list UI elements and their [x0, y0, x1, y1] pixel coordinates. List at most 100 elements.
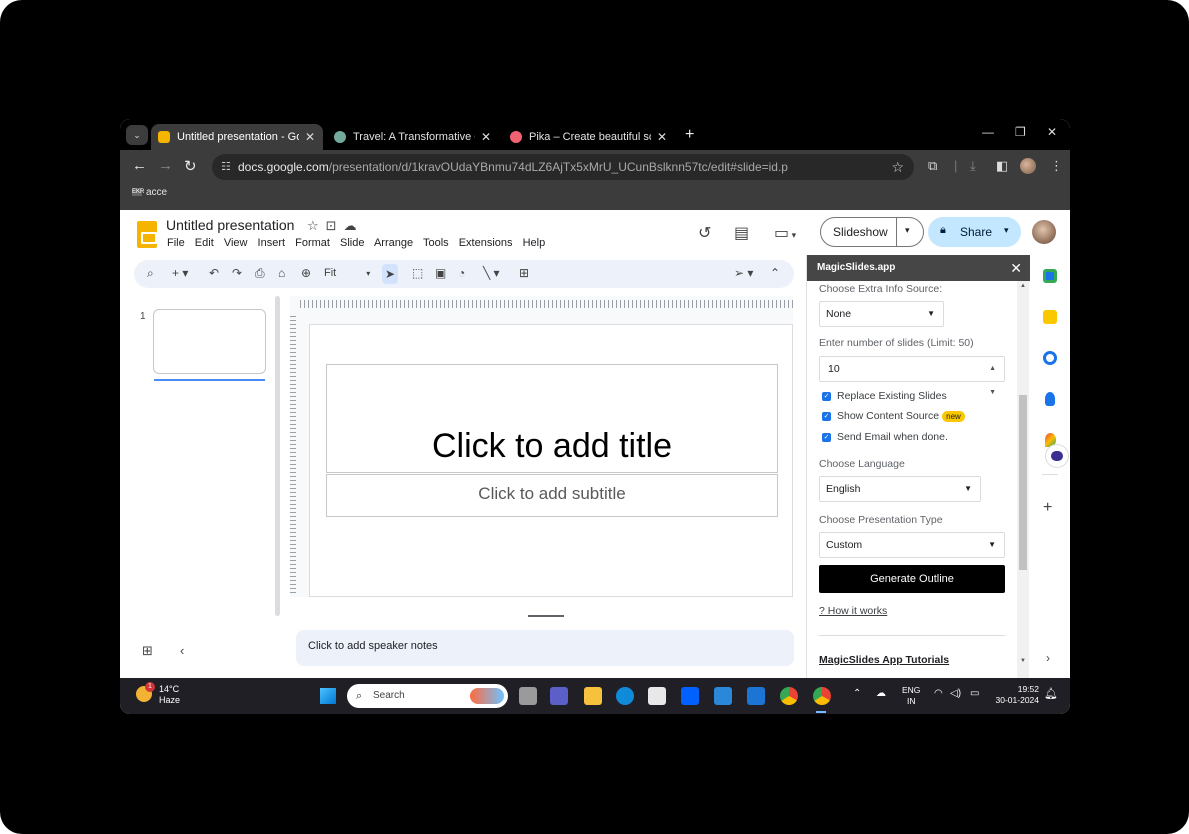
slideshow-button[interactable]: Slideshow ▾ — [820, 217, 924, 247]
replace-existing-checkbox[interactable]: ✓ Replace Existing Slides — [822, 390, 947, 402]
title-placeholder[interactable]: Click to add title — [326, 364, 778, 473]
checkbox-checked-icon[interactable]: ✓ — [822, 411, 831, 421]
expand-rail-icon[interactable]: › — [1046, 651, 1050, 665]
version-history-icon[interactable]: ↺ — [698, 223, 711, 243]
slides-count-input[interactable]: 10 ▲ ▼ — [819, 356, 1005, 396]
weather-widget[interactable]: 14°C Haze — [159, 684, 180, 706]
clock[interactable]: 19:52 30-01-2024 — [993, 684, 1039, 706]
document-title[interactable]: Untitled presentation — [166, 217, 294, 233]
slides-logo-icon[interactable] — [137, 221, 157, 248]
dropbox-icon[interactable] — [681, 687, 699, 705]
collapse-toolbar-icon[interactable]: ⌃ — [770, 266, 780, 280]
scrollbar-thumb[interactable] — [1019, 395, 1027, 570]
star-icon[interactable]: ☆ — [307, 218, 326, 233]
menu-edit[interactable]: Edit — [195, 237, 214, 249]
file-explorer-icon[interactable] — [584, 687, 602, 705]
extensions-icon[interactable]: ⧉ — [928, 158, 937, 174]
tab-close-icon[interactable]: ✕ — [657, 124, 667, 150]
undo-icon[interactable]: ↶ — [209, 266, 219, 280]
tab-travel[interactable]: Travel: A Transformative Odysse ✕ — [327, 124, 499, 150]
stepper-icon[interactable]: ▲ ▼ — [989, 357, 996, 405]
checkbox-checked-icon[interactable]: ✓ — [822, 432, 831, 442]
tab-close-icon[interactable]: ✕ — [481, 124, 491, 150]
speaker-notes[interactable]: Click to add speaker notes — [296, 630, 794, 666]
reload-icon[interactable]: ↻ — [184, 157, 197, 175]
scroll-up-icon[interactable]: ▲ — [1020, 283, 1026, 289]
panel-scrollbar[interactable]: ▲ ▼ — [1017, 281, 1029, 678]
volume-icon[interactable]: ◁) — [950, 688, 961, 699]
bookmark-item[interactable]: acce — [146, 187, 167, 198]
menu-slide[interactable]: Slide — [340, 237, 364, 249]
grid-view-icon[interactable]: ⊞ — [142, 643, 153, 659]
paint-format-icon[interactable]: ⌂ — [278, 266, 285, 280]
notifications-icon[interactable]: 🔔︎ — [1044, 687, 1058, 700]
filmstrip-scrollbar[interactable] — [275, 296, 280, 616]
site-info-icon[interactable]: ☷ — [221, 154, 231, 180]
extra-info-select[interactable]: None ▼ — [819, 301, 944, 327]
new-slide-icon[interactable]: + ▾ — [172, 266, 188, 280]
slide-thumbnail[interactable] — [153, 309, 266, 374]
subtitle-placeholder[interactable]: Click to add subtitle — [326, 474, 778, 517]
teams-icon[interactable] — [550, 687, 568, 705]
language-indicator[interactable]: ENG IN — [902, 685, 920, 707]
cloud-status-icon[interactable]: ☁ — [344, 218, 364, 233]
menu-insert[interactable]: Insert — [258, 237, 286, 249]
select-cursor-icon[interactable]: ➤ — [382, 264, 399, 284]
tasks-icon[interactable] — [1043, 351, 1057, 365]
vertical-ruler[interactable] — [290, 316, 296, 596]
assistant-bot-icon[interactable] — [1045, 444, 1069, 468]
how-it-works-link[interactable]: ? How it works — [819, 605, 887, 617]
menu-view[interactable]: View — [224, 237, 248, 249]
zoom-select[interactable]: Fit ▾ — [324, 267, 370, 279]
keep-icon[interactable] — [1043, 310, 1057, 324]
tab-search-button[interactable]: ⌄ — [126, 125, 148, 145]
text-box-icon[interactable]: ⬚ — [412, 266, 423, 280]
show-hidden-icons[interactable]: ⌃ — [853, 688, 861, 699]
onedrive-icon[interactable]: ☁ — [876, 688, 886, 699]
scroll-down-icon[interactable]: ▼ — [1020, 658, 1026, 664]
menu-extensions[interactable]: Extensions — [459, 237, 513, 249]
show-content-source-checkbox[interactable]: ✓ Show Content Source new — [822, 410, 965, 422]
zoom-icon[interactable]: ⊕ — [301, 266, 311, 280]
browser-menu-icon[interactable]: ⋮ — [1050, 158, 1063, 174]
restore-icon[interactable]: ❐ — [1015, 125, 1026, 139]
slide-canvas[interactable]: Click to add title Click to add subtitle — [309, 324, 793, 597]
checkbox-checked-icon[interactable]: ✓ — [822, 391, 831, 401]
close-window-icon[interactable]: ✕ — [1047, 125, 1057, 139]
comments-icon[interactable]: ▤ — [734, 223, 749, 243]
redo-icon[interactable]: ↷ — [232, 266, 242, 280]
search-menus-icon[interactable]: ⌕ — [147, 266, 154, 281]
minimize-icon[interactable]: — — [982, 125, 994, 139]
pointer-tool-icon[interactable]: ➢ ▾ — [734, 266, 753, 280]
slideshow-dropdown-icon[interactable]: ▾ — [905, 225, 910, 236]
tab-untitled-presentation[interactable]: Untitled presentation - Google ✕ — [151, 124, 323, 150]
tab-close-icon[interactable]: ✕ — [305, 124, 315, 150]
profile-avatar[interactable] — [1020, 158, 1036, 174]
account-avatar[interactable] — [1032, 220, 1056, 244]
task-view-icon[interactable] — [519, 687, 537, 705]
battery-icon[interactable]: ▭ — [970, 688, 979, 699]
forward-icon[interactable]: → — [158, 157, 173, 174]
bookmark-star-icon[interactable]: ☆ — [891, 154, 904, 180]
back-icon[interactable]: ← — [132, 157, 147, 174]
new-tab-button[interactable]: + — [685, 124, 694, 146]
taskbar-search[interactable]: ⌕ Search — [347, 684, 508, 708]
edge-icon[interactable] — [616, 687, 634, 705]
print-icon[interactable]: ⎙ — [255, 266, 265, 281]
side-panel-icon[interactable]: ◧ — [996, 158, 1008, 174]
menu-format[interactable]: Format — [295, 237, 330, 249]
chrome-icon[interactable] — [780, 687, 798, 705]
horizontal-ruler[interactable] — [300, 300, 793, 308]
get-addons-icon[interactable]: + — [1043, 499, 1052, 517]
generate-outline-button[interactable]: Generate Outline — [819, 565, 1005, 593]
wifi-icon[interactable]: ◠ — [934, 688, 943, 699]
move-folder-icon[interactable]: ⊡ — [326, 218, 344, 233]
close-panel-icon[interactable]: ✕ — [1010, 255, 1022, 281]
tutorials-link[interactable]: MagicSlides App Tutorials — [819, 654, 949, 666]
menu-tools[interactable]: Tools — [423, 237, 449, 249]
notes-resize-handle[interactable] — [528, 615, 564, 617]
presentation-type-select[interactable]: Custom ▼ — [819, 532, 1005, 558]
insert-image-icon[interactable]: ▣ — [435, 266, 446, 280]
collapse-filmstrip-icon[interactable]: ‹ — [180, 643, 184, 658]
meet-icon[interactable]: ▭ ▾ — [774, 223, 796, 243]
